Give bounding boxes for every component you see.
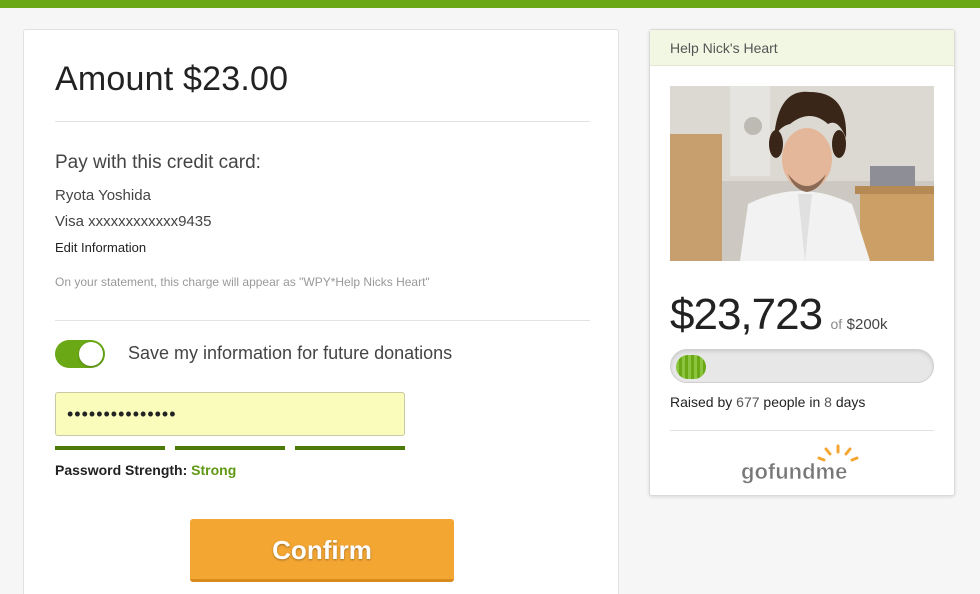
people-count: 677 xyxy=(736,394,760,410)
goal-amount: $200k xyxy=(846,316,888,333)
raised-summary: $23,723 of $200k xyxy=(670,290,888,340)
days-count: 8 xyxy=(824,394,832,410)
pay-with-label: Pay with this credit card: xyxy=(55,152,261,173)
campaign-photo[interactable] xyxy=(670,86,934,261)
payment-card: Amount $23.00 Pay with this credit card:… xyxy=(23,29,619,594)
toggle-knob xyxy=(79,342,103,366)
raised-of: of xyxy=(830,316,843,332)
save-info-label: Save my information for future donations xyxy=(128,343,453,363)
password-strength: Password Strength: Strong xyxy=(55,462,236,478)
raised-by-prefix: Raised by xyxy=(670,394,733,410)
divider xyxy=(670,430,934,431)
days-suffix: days xyxy=(835,394,866,410)
edit-information-link[interactable]: Edit Information xyxy=(55,240,146,255)
campaign-title[interactable]: Help Nick's Heart xyxy=(650,30,954,66)
password-field[interactable]: ••••••••••••••• xyxy=(55,392,405,436)
save-info-toggle[interactable] xyxy=(55,340,105,368)
strength-bar-segment xyxy=(55,446,165,450)
campaign-card: Help Nick's Heart $23,723 of $200k Raise… xyxy=(649,29,955,496)
gofundme-logo-text: gofundme xyxy=(741,459,847,484)
people-mid: people in xyxy=(763,394,821,410)
cardholder-name: Ryota Yoshida xyxy=(55,187,151,204)
card-number: Visa xxxxxxxxxxxx9435 xyxy=(55,213,212,230)
strength-bar-segment xyxy=(175,446,285,450)
confirm-button[interactable]: Confirm xyxy=(190,519,454,582)
top-accent-bar xyxy=(0,0,980,8)
progress-bar xyxy=(670,349,934,383)
amount-title: Amount $23.00 xyxy=(55,60,289,98)
raised-amount: $23,723 xyxy=(670,290,823,339)
statement-note: On your statement, this charge will appe… xyxy=(55,275,430,289)
strength-bar-segment xyxy=(295,446,405,450)
raised-by-line: Raised by 677 people in 8 days xyxy=(670,394,865,410)
gofundme-logo[interactable]: gofundme xyxy=(738,444,868,488)
password-strength-value: Strong xyxy=(191,462,237,478)
divider xyxy=(55,121,590,122)
password-strength-label: Password Strength: xyxy=(55,462,188,478)
divider xyxy=(55,320,590,321)
progress-fill xyxy=(676,355,706,379)
